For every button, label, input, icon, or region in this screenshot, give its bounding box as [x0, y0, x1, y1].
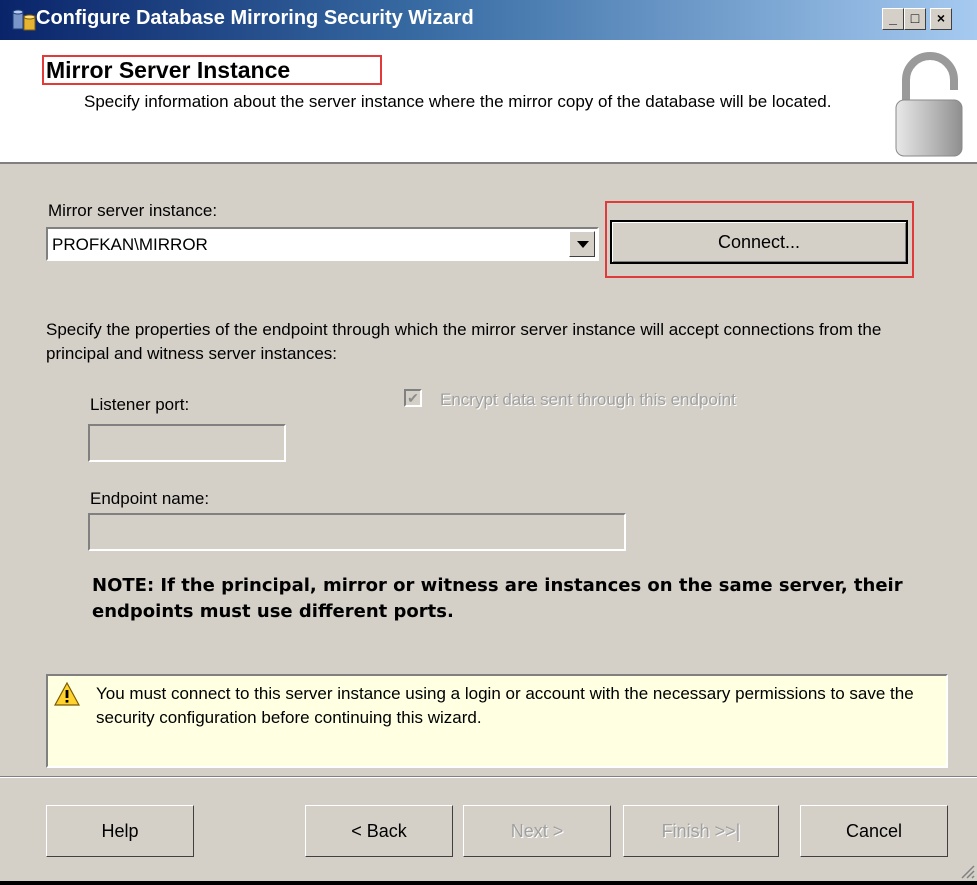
close-button[interactable]: × — [930, 8, 952, 30]
warning-text: You must connect to this server instance… — [96, 684, 914, 727]
encrypt-label: Encrypt data sent through this endpoint — [440, 390, 736, 409]
page-description: Specify information about the server ins… — [84, 92, 832, 111]
mirror-server-label: Mirror server instance: — [48, 201, 218, 220]
wizard-header: Mirror Server Instance Specify informati… — [0, 40, 977, 164]
listener-port-field[interactable] — [88, 424, 286, 462]
resize-grip-icon[interactable] — [959, 863, 975, 879]
listener-port-label: Listener port: — [90, 395, 190, 414]
endpoint-name-field[interactable] — [88, 513, 626, 551]
minimize-icon: _ — [889, 10, 897, 26]
mirror-server-value: PROFKAN\MIRROR — [52, 235, 208, 254]
database-wizard-icon — [12, 9, 36, 31]
finish-button[interactable]: Finish >>| — [623, 805, 779, 857]
page-title: Mirror Server Instance — [42, 55, 382, 85]
chevron-down-icon — [577, 241, 589, 248]
cancel-button[interactable]: Cancel — [800, 805, 948, 857]
padlock-icon — [895, 52, 963, 157]
minimize-button[interactable]: _ — [882, 8, 904, 30]
back-button[interactable]: < Back — [305, 805, 453, 857]
wizard-window: Configure Database Mirroring Security Wi… — [0, 0, 977, 885]
warning-box: You must connect to this server instance… — [46, 674, 948, 768]
ports-note: NOTE: If the principal, mirror or witnes… — [92, 575, 903, 622]
warning-icon — [54, 682, 80, 706]
endpoint-description: Specify the properties of the endpoint t… — [46, 320, 882, 363]
next-button[interactable]: Next > — [463, 805, 611, 857]
maximize-button[interactable]: □ — [904, 8, 926, 30]
footer-separator — [0, 776, 977, 778]
checkmark-icon: ✔ — [407, 390, 419, 406]
window-bottom-edge — [0, 881, 977, 885]
mirror-server-combobox[interactable]: PROFKAN\MIRROR — [46, 227, 599, 261]
connect-button[interactable]: Connect... — [610, 220, 908, 264]
help-button[interactable]: Help — [46, 805, 194, 857]
title-bar[interactable]: Configure Database Mirroring Security Wi… — [0, 0, 977, 40]
maximize-icon: □ — [910, 10, 920, 26]
endpoint-name-label: Endpoint name: — [90, 489, 210, 508]
encrypt-checkbox[interactable]: ✔ — [404, 389, 422, 407]
close-icon: × — [936, 10, 946, 26]
window-title: Configure Database Mirroring Security Wi… — [36, 7, 474, 29]
combobox-dropdown-button[interactable] — [569, 231, 595, 257]
